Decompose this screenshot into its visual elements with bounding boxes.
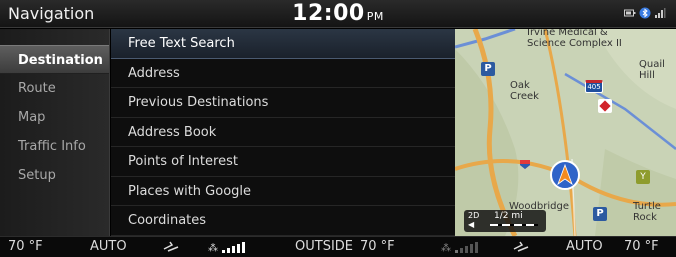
bluetooth-icon	[639, 7, 651, 19]
highway-shield-icon: 405	[585, 80, 603, 93]
menu-item-points-of-interest[interactable]: Points of Interest	[111, 147, 455, 177]
clock-ampm: PM	[366, 10, 384, 23]
menu-item-previous-destinations[interactable]: Previous Destinations	[111, 88, 455, 118]
left-auto-mode[interactable]: AUTO	[90, 239, 127, 254]
status-icons	[624, 7, 666, 19]
left-temp[interactable]: 70 °F	[8, 239, 43, 254]
hospital-icon	[598, 99, 612, 113]
parking-icon: P	[481, 62, 495, 76]
outside-label: OUTSIDE	[295, 239, 353, 254]
gas-station-icon	[519, 158, 531, 170]
climate-bar: 70 °F AUTO ⁂ OUTSIDE 70 °F ⁂ AUTO 70 °F	[0, 236, 676, 257]
current-location-icon	[550, 160, 580, 190]
sidebar: Destination Route Map Traffic Info Setup	[0, 29, 110, 236]
menu-item-address[interactable]: Address	[111, 59, 455, 88]
map-label-oak-creek: Oak Creek	[510, 80, 539, 102]
sidebar-item-traffic-info[interactable]: Traffic Info	[0, 132, 109, 161]
clock-time: 12:00	[292, 1, 365, 26]
golf-icon: Y	[636, 170, 650, 184]
airflow-icon[interactable]	[162, 239, 180, 257]
menu-item-places-with-google[interactable]: Places with Google	[111, 177, 455, 206]
map-view[interactable]: Irvine Medical & Science Complex II Oak …	[455, 29, 676, 236]
sidebar-item-map[interactable]: Map	[0, 103, 109, 132]
map-label-quail-hill: Quail Hill	[639, 59, 665, 81]
battery-icon	[624, 9, 636, 17]
svg-text:⁂: ⁂	[208, 242, 218, 254]
clock: 12:00 PM	[0, 1, 676, 26]
parking-icon: P	[593, 207, 607, 221]
scale-distance: 1/2 mi	[494, 211, 523, 221]
svg-text:⁂: ⁂	[441, 242, 451, 254]
map-label-irvine: Irvine Medical & Science Complex II	[527, 29, 622, 49]
fan-speed-icon[interactable]: ⁂	[441, 240, 485, 257]
signal-icon	[655, 8, 666, 18]
menu-item-address-book[interactable]: Address Book	[111, 118, 455, 147]
menu-item-free-text-search[interactable]: Free Text Search	[111, 29, 455, 59]
right-temp[interactable]: 70 °F	[624, 239, 659, 254]
view-mode[interactable]: 2D ◀	[468, 211, 479, 229]
right-auto-mode[interactable]: AUTO	[566, 239, 603, 254]
scale-bar	[490, 224, 538, 226]
menu-item-coordinates[interactable]: Coordinates	[111, 206, 455, 236]
sidebar-item-destination[interactable]: Destination	[0, 45, 109, 74]
airflow-icon[interactable]	[512, 239, 530, 257]
map-scale-box[interactable]: 2D ◀ 1/2 mi	[464, 210, 546, 232]
fan-speed-icon[interactable]: ⁂	[208, 240, 252, 257]
status-bar: Navigation 12:00 PM	[0, 0, 676, 28]
sidebar-item-route[interactable]: Route	[0, 74, 109, 103]
sidebar-item-setup[interactable]: Setup	[0, 161, 109, 190]
destination-menu: Free Text Search Address Previous Destin…	[111, 29, 455, 236]
outside-temp: 70 °F	[360, 239, 395, 254]
map-label-turtle-rock: Turtle Rock	[633, 201, 661, 223]
